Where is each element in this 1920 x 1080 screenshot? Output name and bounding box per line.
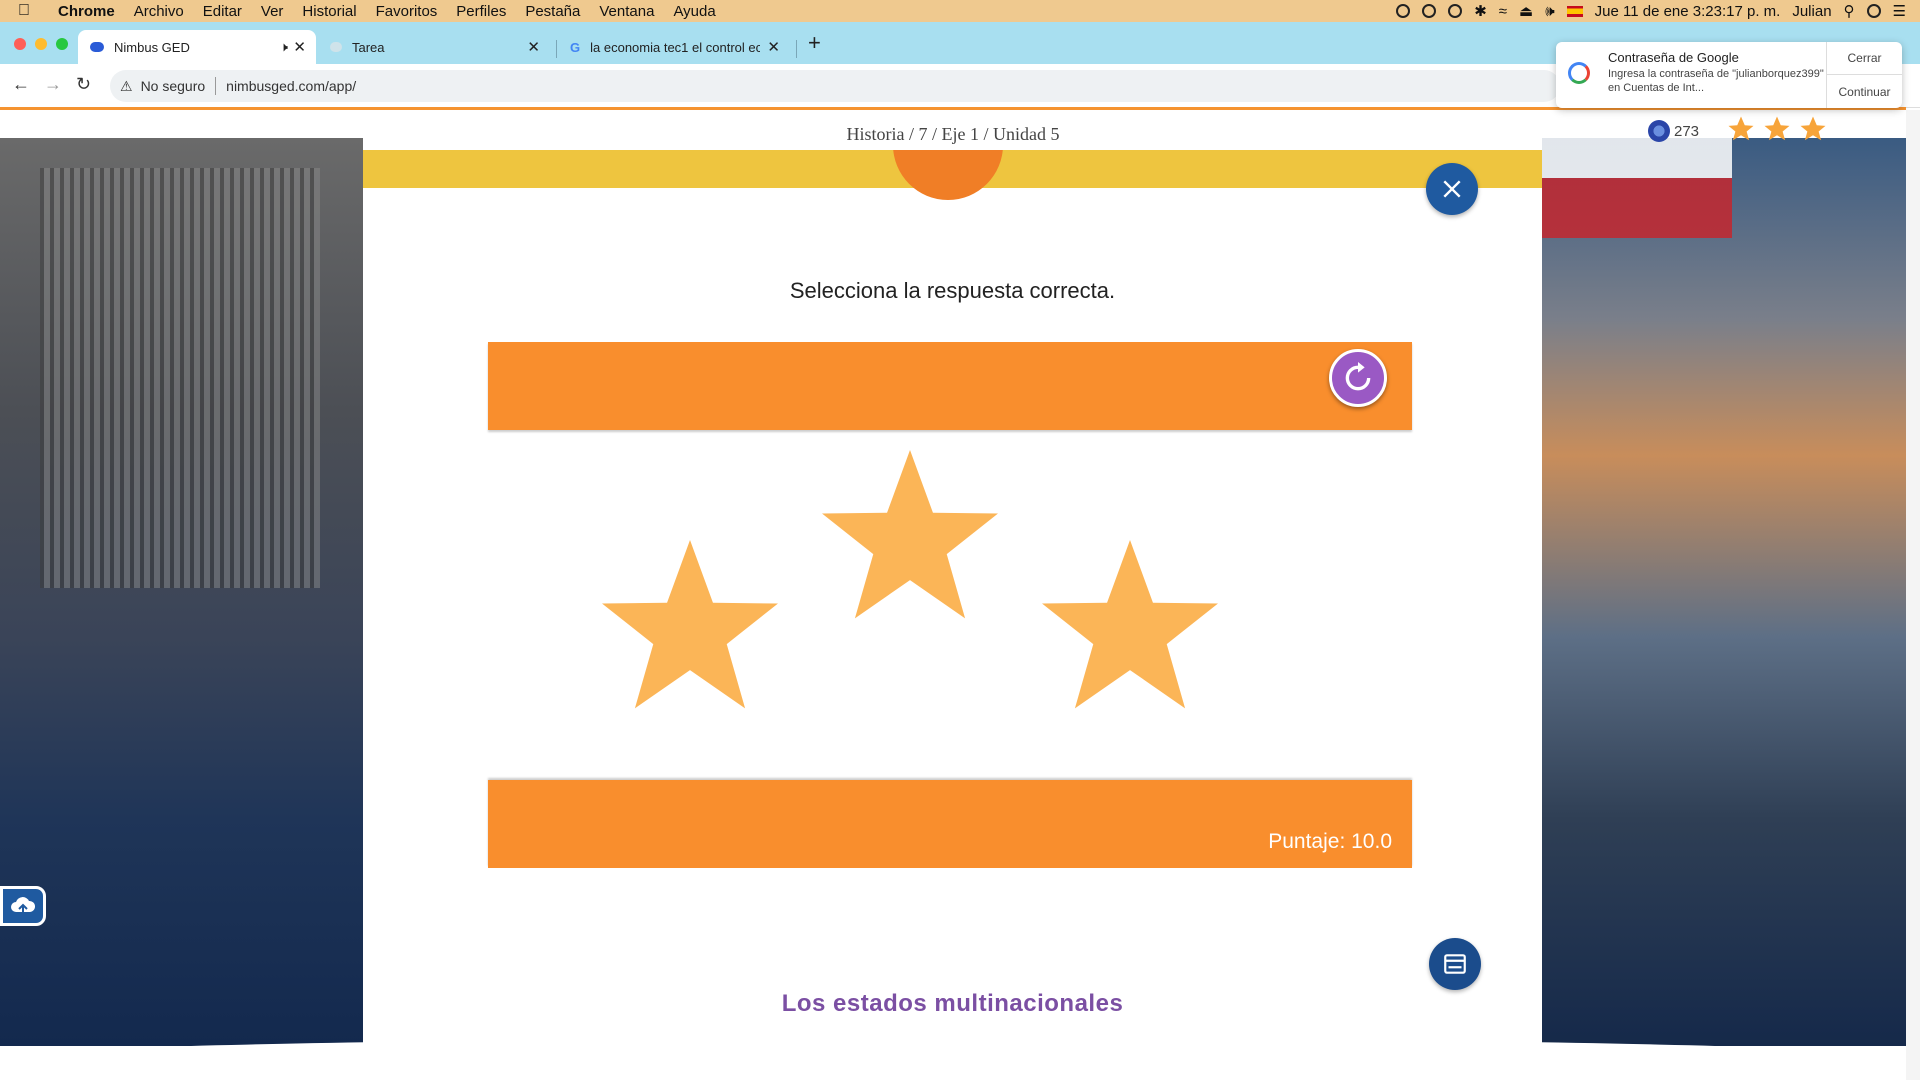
flag-illustration [1542, 138, 1732, 238]
result-bottom-band: Puntaje: 10.0 [488, 780, 1412, 868]
datetime[interactable]: Jue 11 de ene 3:23:17 p. m. [1595, 3, 1781, 20]
lesson-title[interactable]: Los estados multinacionales [363, 990, 1542, 1018]
tab-title: Tarea [352, 39, 385, 55]
coin-icon [1648, 120, 1670, 142]
earned-star-icon [822, 450, 998, 619]
menu-pestana[interactable]: Pestaña [525, 3, 580, 20]
control-center-icon[interactable]: ☰ [1893, 2, 1906, 20]
star-icon [1728, 116, 1754, 141]
bluetooth-icon[interactable]: ✱ [1474, 2, 1487, 20]
score-text: Puntaje: 10.0 [1268, 830, 1392, 853]
close-tab-icon[interactable]: ✕ [527, 38, 540, 56]
omnibox-divider [215, 77, 217, 95]
reload-icon[interactable]: ↻ [76, 74, 91, 95]
menu-editar[interactable]: Editar [203, 3, 242, 20]
volume-icon[interactable]: 🕪 [1545, 3, 1554, 20]
eject-icon[interactable]: ⏏ [1519, 2, 1533, 20]
menu-ayuda[interactable]: Ayuda [673, 3, 715, 20]
security-label[interactable]: No seguro [141, 78, 206, 94]
close-icon [1443, 180, 1461, 198]
google-icon: G [570, 39, 581, 55]
earned-stars [488, 450, 1412, 730]
tab-separator [556, 40, 557, 58]
siri-icon[interactable] [1866, 4, 1881, 18]
menu-perfiles[interactable]: Perfiles [456, 3, 506, 20]
close-tab-icon[interactable]: ✕ [293, 38, 306, 56]
maximize-window-icon[interactable] [56, 38, 68, 50]
omnibox[interactable]: ⚠ No seguro nimbusged.com/app/ [110, 70, 1560, 102]
popup-continue-button[interactable]: Continuar [1826, 75, 1902, 108]
status-area: ✱ ≈ ⏏ 🕪 Jue 11 de ene 3:23:17 p. m. Juli… [1396, 0, 1906, 22]
tab-title: Nimbus GED [114, 39, 190, 55]
coin-count: 273 [1674, 122, 1700, 140]
activity-panel: Selecciona la respuesta correcta. Puntaj… [363, 150, 1542, 1040]
instruction-text: Selecciona la respuesta correcta. [789, 278, 1116, 303]
tab-google-search[interactable]: G la economia tec1 el control eco ✕ [558, 30, 790, 64]
page-bottom-curve [0, 1038, 1906, 1080]
cloud-upload-icon [11, 897, 36, 916]
flag-icon[interactable] [1566, 5, 1583, 17]
tab-tarea[interactable]: Tarea ✕ [318, 30, 550, 64]
cloud-upload-button[interactable] [0, 886, 46, 926]
browser-scrollbar[interactable] [1906, 110, 1920, 1080]
window-menu-icon [1444, 954, 1466, 974]
close-tab-icon[interactable]: ✕ [767, 38, 780, 56]
close-activity-button[interactable] [1426, 163, 1478, 215]
menu-archivo[interactable]: Archivo [134, 3, 184, 20]
activity-number-badge [893, 150, 1003, 200]
star-icon [1764, 116, 1790, 141]
sync-icon[interactable] [1422, 4, 1437, 18]
audio-icon[interactable]: 🕨 [280, 39, 288, 55]
tab-separator [796, 40, 797, 58]
earned-star-icon [602, 540, 778, 709]
url-text[interactable]: nimbusged.com/app/ [226, 78, 356, 94]
earned-star-icon [1042, 540, 1218, 709]
tab-nimbus-ged[interactable]: Nimbus GED 🕨 ✕ [78, 30, 316, 64]
user-name[interactable]: Julian [1792, 3, 1831, 20]
tarea-favicon-icon [330, 42, 342, 52]
popup-close-button[interactable]: Cerrar [1826, 42, 1902, 75]
app-menu: Chrome Archivo Editar Ver Historial Favo… [58, 3, 716, 20]
result-top-band [488, 342, 1412, 430]
popup-text: Ingresa la contraseña de "julianborquez3… [1608, 68, 1824, 94]
window-controls [14, 38, 68, 50]
google-logo-icon [1568, 62, 1590, 84]
hotspot-icon[interactable] [1448, 4, 1463, 18]
warning-icon[interactable]: ⚠ [120, 78, 133, 95]
background-right-image [1542, 138, 1906, 1046]
back-arrow-icon[interactable]: ← [12, 74, 30, 95]
header-stars [1726, 114, 1828, 144]
page-content: Historia / 7 / Eje 1 / Unidad 5 273 Sele… [0, 110, 1906, 1080]
menu-favoritos[interactable]: Favoritos [376, 3, 438, 20]
background-left-image [0, 138, 363, 1046]
menu-historial[interactable]: Historial [302, 3, 356, 20]
spotlight-icon[interactable]: ⚲ [1844, 2, 1855, 20]
apple-menu-icon[interactable]:  [18, 2, 38, 20]
macos-menu-bar:  Chrome Archivo Editar Ver Historial Fa… [0, 0, 1920, 22]
menu-ver[interactable]: Ver [261, 3, 284, 20]
wifi-icon[interactable]: ≈ [1499, 3, 1507, 20]
replay-button[interactable] [1329, 349, 1387, 407]
minimize-window-icon[interactable] [35, 38, 47, 50]
menu-ventana[interactable]: Ventana [599, 3, 654, 20]
key-icon[interactable] [1396, 4, 1411, 18]
factory-illustration [40, 168, 320, 588]
new-tab-plus-icon[interactable]: + [808, 30, 821, 56]
menu-button[interactable] [1429, 938, 1481, 990]
star-icon [1800, 116, 1826, 141]
menu-app-name[interactable]: Chrome [58, 3, 115, 20]
popup-title: Contraseña de Google [1608, 50, 1739, 65]
close-window-icon[interactable] [14, 38, 26, 50]
coin-counter: 273 [1648, 120, 1699, 142]
breadcrumb: Historia / 7 / Eje 1 / Unidad 5 [846, 124, 1060, 144]
forward-arrow-icon[interactable]: → [44, 74, 62, 95]
tab-title: la economia tec1 el control eco [590, 39, 761, 55]
nimbus-cloud-icon [90, 42, 104, 52]
google-password-popup: Contraseña de Google Ingresa la contrase… [1556, 42, 1902, 108]
replay-icon [1345, 362, 1371, 391]
